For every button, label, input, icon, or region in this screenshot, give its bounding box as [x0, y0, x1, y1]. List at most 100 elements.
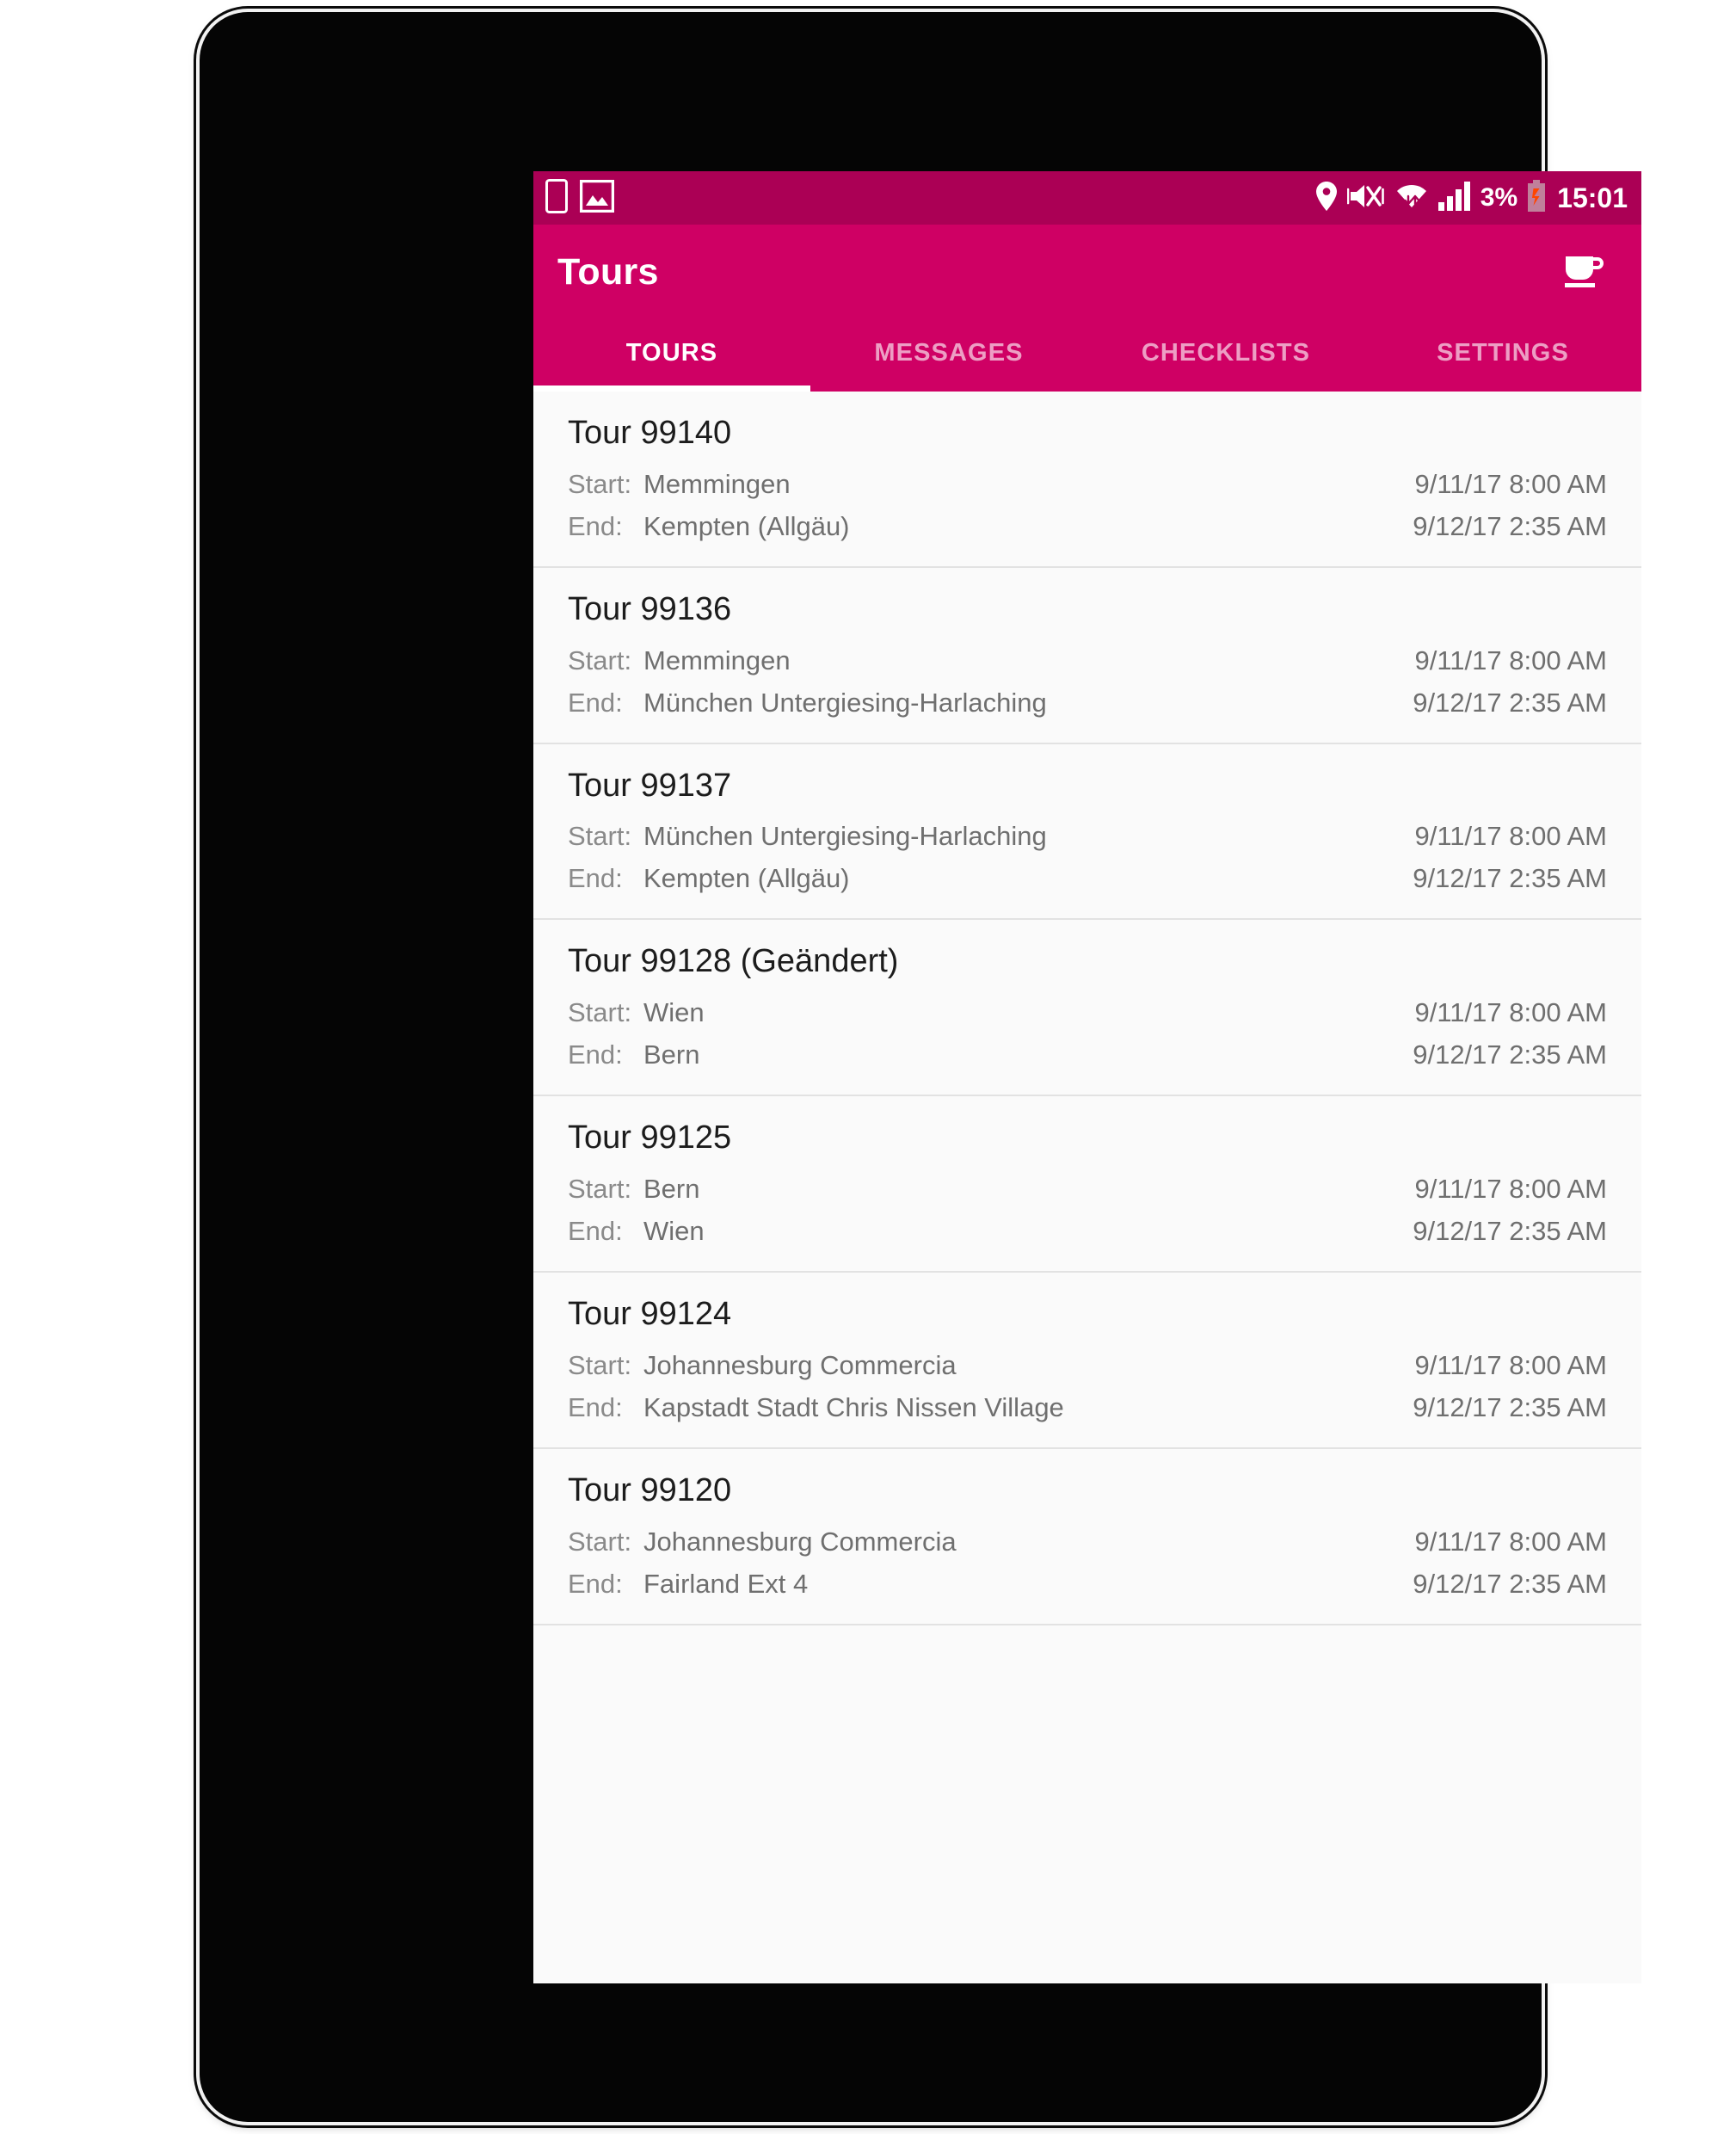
location-icon — [1315, 181, 1338, 216]
tour-list-item[interactable]: Tour 99124 Start: Johannesburg Commercia 9/… — [533, 1273, 1641, 1449]
start-label: Start: — [568, 468, 632, 499]
app-bar-actions — [1552, 241, 1614, 303]
start-time: 9/11/17 8:00 AM — [1414, 1349, 1607, 1380]
tab-bar: TOURS MESSAGES CHECKLISTS SETTINGS — [533, 319, 1641, 392]
tour-start-row: Start: Memmingen 9/11/17 8:00 AM — [568, 639, 1607, 682]
start-time: 9/11/17 8:00 AM — [1414, 468, 1607, 499]
tour-title: Tour 99128 (Geändert) — [568, 943, 899, 980]
tour-title: Tour 99136 — [568, 590, 732, 627]
tour-start-row: Start: Bern 9/11/17 8:00 AM — [568, 1168, 1607, 1210]
status-bar-clock: 15:01 — [1557, 182, 1628, 213]
end-label: End: — [568, 863, 623, 894]
start-place: Johannesburg Commercia — [643, 1349, 957, 1380]
tour-list-item[interactable]: Tour 99128 (Geändert) Start: Wien 9/11/17 8… — [533, 920, 1641, 1097]
mute-vibrate-icon — [1346, 181, 1385, 216]
end-time: 9/12/17 2:35 AM — [1413, 1039, 1607, 1070]
start-label: Start: — [568, 997, 632, 1028]
end-label: End: — [568, 1568, 623, 1599]
end-place: Bern — [643, 1039, 700, 1070]
tour-end-row: End: Fairland Ext 4 9/12/17 2:35 AM — [568, 1563, 1607, 1605]
tour-end-row: End: Wien 9/12/17 2:35 AM — [568, 1210, 1607, 1252]
tab-tours[interactable]: TOURS — [533, 319, 810, 392]
end-label: End: — [568, 510, 623, 541]
tour-end-row: End: Kapstadt Stadt Chris Nissen Village 9… — [568, 1386, 1607, 1428]
signal-icon — [1437, 181, 1471, 215]
app-bar: Tours — [533, 225, 1641, 319]
start-time: 9/11/17 8:00 AM — [1414, 1174, 1607, 1205]
status-bar-right-icons: 3% 15:01 — [1315, 179, 1628, 217]
end-time: 9/12/17 2:35 AM — [1413, 1568, 1607, 1599]
end-time: 9/12/17 2:35 AM — [1413, 687, 1607, 718]
tab-checklists-label: CHECKLISTS — [1141, 338, 1311, 367]
page-title: Tours — [557, 250, 659, 293]
tab-messages[interactable]: MESSAGES — [810, 319, 1087, 392]
tour-title: Tour 99124 — [568, 1296, 732, 1333]
tour-list-item[interactable]: Tour 99120 Start: Johannesburg Commercia 9/… — [533, 1448, 1641, 1625]
tour-end-row: End: Kempten (Allgäu) 9/12/17 2:35 AM — [568, 857, 1607, 899]
status-bar: 3% 15:01 — [533, 171, 1641, 225]
end-label: End: — [568, 1216, 623, 1247]
start-place: Johannesburg Commercia — [643, 1526, 957, 1557]
tour-start-row: Start: Johannesburg Commercia 9/11/17 8:00… — [568, 1520, 1607, 1563]
tour-title: Tour 99137 — [568, 767, 732, 804]
tour-title: Tour 99140 — [568, 415, 732, 451]
tour-start-row: Start: München Untergiesing-Harlaching 9/1… — [568, 815, 1607, 857]
start-time: 9/11/17 8:00 AM — [1414, 997, 1607, 1028]
tour-list[interactable]: Tour 99140 Start: Memmingen 9/11/17 8:00 AM… — [533, 392, 1641, 1983]
start-place: Wien — [643, 997, 705, 1028]
start-label: Start: — [568, 645, 632, 675]
end-label: End: — [568, 1039, 623, 1070]
start-label: Start: — [568, 1349, 632, 1380]
list-empty-area — [533, 1625, 1641, 1983]
end-time: 9/12/17 2:35 AM — [1413, 1391, 1607, 1422]
device-frame: 3% 15:01 Tours TOURS MESSAGES CHECKLISTS… — [200, 12, 1641, 2122]
tour-title: Tour 99120 — [568, 1471, 732, 1508]
tour-end-row: End: Bern 9/12/17 2:35 AM — [568, 1033, 1607, 1076]
end-place: Kapstadt Stadt Chris Nissen Village — [643, 1391, 1064, 1422]
coffee-cup-button[interactable] — [1552, 241, 1614, 303]
start-place: Memmingen — [643, 645, 791, 675]
end-time: 9/12/17 2:35 AM — [1413, 863, 1607, 894]
image-icon — [579, 179, 615, 217]
end-place: Kempten (Allgäu) — [643, 863, 850, 894]
start-time: 9/11/17 8:00 AM — [1414, 1526, 1607, 1557]
tour-list-item[interactable]: Tour 99140 Start: Memmingen 9/11/17 8:00 AM… — [533, 392, 1641, 568]
tab-tours-label: TOURS — [625, 338, 718, 367]
start-place: Bern — [643, 1174, 700, 1205]
tour-list-item[interactable]: Tour 99136 Start: Memmingen 9/11/17 8:00 AM… — [533, 567, 1641, 744]
tour-end-row: End: Kempten (Allgäu) 9/12/17 2:35 AM — [568, 505, 1607, 547]
end-place: Wien — [643, 1216, 705, 1247]
end-place: Kempten (Allgäu) — [643, 510, 850, 541]
tab-messages-label: MESSAGES — [874, 338, 1024, 367]
tour-end-row: End: München Untergiesing-Harlaching 9/12/… — [568, 682, 1607, 724]
start-place: München Untergiesing-Harlaching — [643, 821, 1047, 852]
tab-settings-label: SETTINGS — [1437, 338, 1569, 367]
start-label: Start: — [568, 1174, 632, 1205]
tab-settings[interactable]: SETTINGS — [1364, 319, 1641, 392]
status-bar-left-icons — [545, 178, 615, 218]
start-label: Start: — [568, 821, 632, 852]
tour-title: Tour 99125 — [568, 1119, 732, 1156]
start-time: 9/11/17 8:00 AM — [1414, 821, 1607, 852]
start-time: 9/11/17 8:00 AM — [1414, 645, 1607, 675]
end-place: Fairland Ext 4 — [643, 1568, 809, 1599]
end-label: End: — [568, 687, 623, 718]
tour-start-row: Start: Johannesburg Commercia 9/11/17 8:00… — [568, 1344, 1607, 1386]
end-time: 9/12/17 2:35 AM — [1413, 1216, 1607, 1247]
battery-icon — [1527, 179, 1546, 217]
device-icon — [545, 178, 568, 218]
tab-checklists[interactable]: CHECKLISTS — [1087, 319, 1364, 392]
wifi-icon — [1394, 181, 1429, 216]
tour-start-row: Start: Memmingen 9/11/17 8:00 AM — [568, 463, 1607, 505]
end-label: End: — [568, 1391, 623, 1422]
start-place: Memmingen — [643, 468, 791, 499]
tour-start-row: Start: Wien 9/11/17 8:00 AM — [568, 991, 1607, 1033]
end-place: München Untergiesing-Harlaching — [643, 687, 1047, 718]
phone-screen: 3% 15:01 Tours TOURS MESSAGES CHECKLISTS… — [533, 171, 1641, 1983]
tour-list-item[interactable]: Tour 99125 Start: Bern 9/11/17 8:00 AM End: W… — [533, 1096, 1641, 1274]
start-label: Start: — [568, 1526, 632, 1557]
battery-percent-label: 3% — [1480, 183, 1518, 212]
end-time: 9/12/17 2:35 AM — [1413, 510, 1607, 541]
coffee-cup-icon — [1561, 248, 1605, 297]
tour-list-item[interactable]: Tour 99137 Start: München Untergiesing-Har… — [533, 743, 1641, 921]
